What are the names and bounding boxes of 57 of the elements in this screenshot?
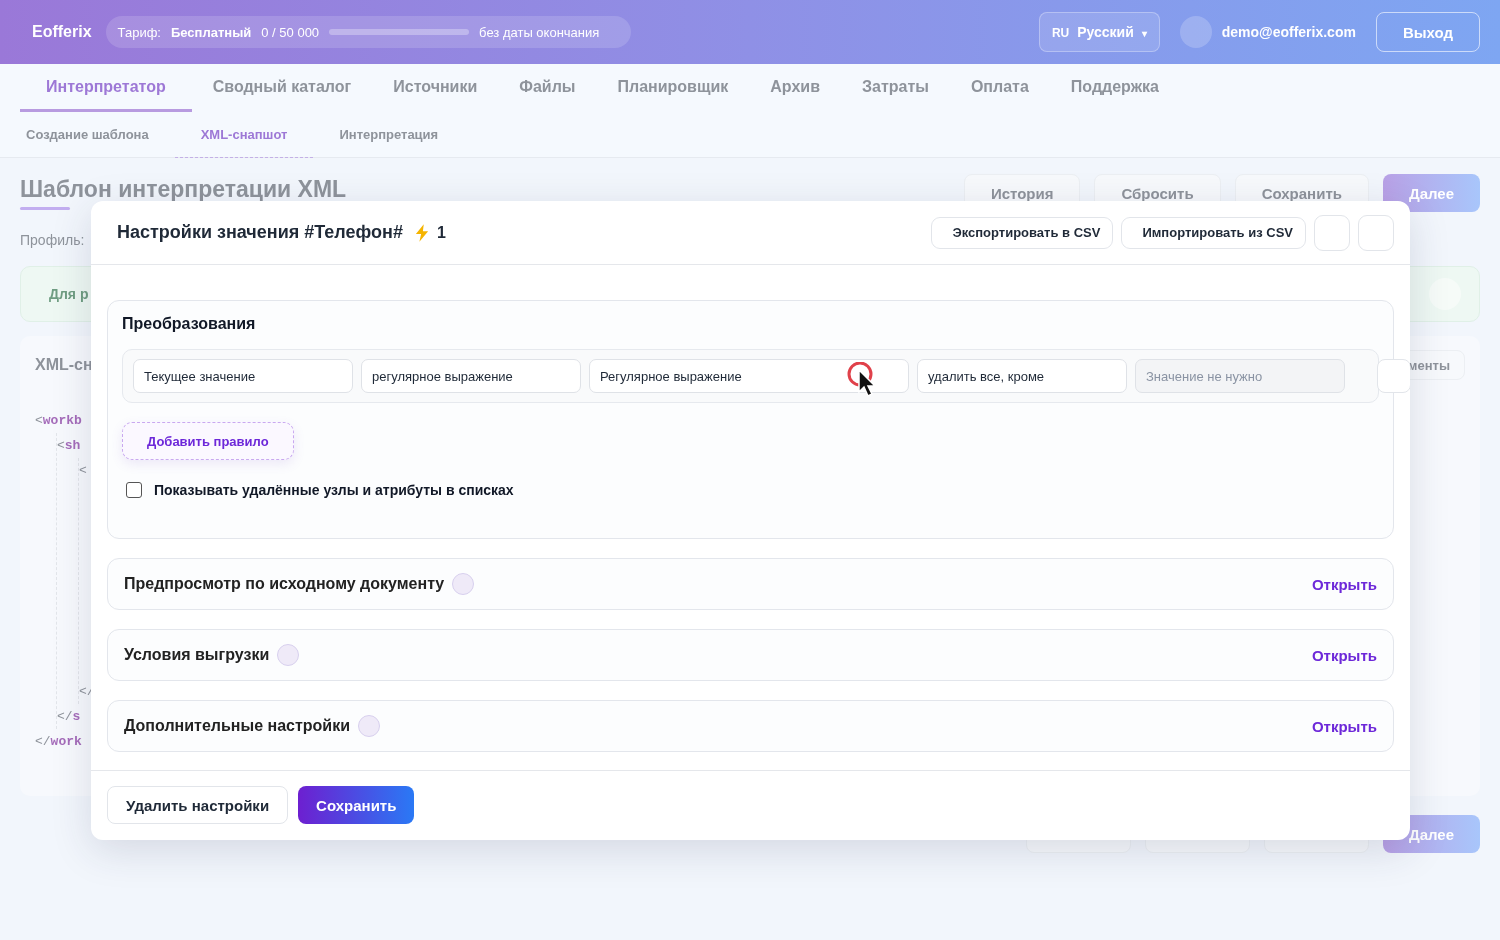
nav-tab[interactable]: Архив bbox=[749, 64, 841, 112]
icon-button[interactable] bbox=[1377, 359, 1410, 393]
section-title: Предпросмотр по исходному документу bbox=[124, 575, 445, 593]
save-button[interactable]: Сохранить bbox=[298, 786, 415, 824]
checkbox[interactable] bbox=[126, 482, 142, 498]
plan-usage: 0 / 50 000 bbox=[261, 24, 320, 40]
notice-text: Для р bbox=[49, 286, 89, 302]
section-title: Преобразования bbox=[122, 315, 257, 333]
code-line: </work bbox=[35, 733, 82, 751]
avatar-icon bbox=[1179, 16, 1212, 48]
checkbox-label: Показывать удалённые узлы и атрибуты в списках bbox=[154, 482, 514, 498]
code-line: </s bbox=[57, 708, 81, 726]
nav-tab[interactable]: Затраты bbox=[841, 64, 950, 112]
open-link[interactable]: Открыть bbox=[1311, 575, 1377, 593]
lightning-icon bbox=[415, 223, 429, 242]
nav-tab[interactable]: Поддержка bbox=[1049, 64, 1180, 112]
rule-field[interactable]: Текущее значение bbox=[133, 359, 353, 393]
user-email: demo@eofferix.com bbox=[1221, 24, 1356, 40]
csv-button[interactable]: Импортировать из CSV bbox=[1121, 216, 1306, 249]
nav-tab[interactable]: Сводный каталог bbox=[191, 64, 373, 112]
nav-tab[interactable]: Источники bbox=[372, 64, 499, 112]
logout-button[interactable]: Выход bbox=[1375, 12, 1480, 52]
section-title: Дополнительные настройки bbox=[124, 717, 350, 735]
rule-field[interactable]: регулярное выражение bbox=[361, 359, 581, 393]
delete-settings-button[interactable]: Удалить настройки bbox=[107, 786, 289, 824]
language-selector[interactable]: RU Русский ▾ bbox=[1038, 12, 1160, 52]
icon-button[interactable] bbox=[1314, 214, 1350, 251]
plan-label: Тариф: bbox=[117, 24, 161, 40]
count-label: 1 bbox=[437, 223, 446, 242]
dialog-title: Настройки значения #Телефон# bbox=[117, 222, 403, 243]
circle-icon bbox=[358, 715, 380, 737]
code-line: <workb bbox=[35, 412, 82, 430]
sub-tab[interactable]: Создание шаблона bbox=[0, 112, 175, 158]
plan-expiry: без даты окончания bbox=[479, 24, 600, 40]
profile-label: Профиль: bbox=[20, 232, 85, 248]
sub-tab[interactable]: XML-снапшот bbox=[174, 112, 314, 158]
plan-name: Бесплатный bbox=[170, 24, 252, 40]
rule-field[interactable]: Регулярное выражение bbox=[589, 359, 909, 393]
page-title: Шаблон интерпретации XML bbox=[20, 176, 348, 203]
circle-icon bbox=[277, 644, 300, 666]
panel-title: XML-сн bbox=[35, 356, 93, 374]
logo: Eofferix bbox=[32, 23, 92, 41]
icon-button[interactable] bbox=[1358, 214, 1394, 251]
open-link[interactable]: Открыть bbox=[1311, 646, 1377, 664]
csv-button[interactable]: Экспортировать в CSV bbox=[931, 216, 1114, 249]
code-line: <sh bbox=[57, 437, 81, 455]
open-link[interactable]: Открыть bbox=[1311, 717, 1377, 735]
sub-tab[interactable]: Интерпретация bbox=[313, 112, 465, 158]
nav-tab[interactable]: Планировщик bbox=[596, 64, 750, 112]
rule-field[interactable]: удалить все, кроме bbox=[917, 359, 1127, 393]
nav-tab[interactable]: Файлы bbox=[498, 64, 597, 112]
add-rule-button[interactable]: Добавить правило bbox=[122, 422, 294, 460]
nav-tab[interactable]: Оплата bbox=[949, 64, 1050, 112]
circle-icon bbox=[452, 573, 475, 595]
section-title: Условия выгрузки bbox=[124, 646, 270, 664]
code-line: < bbox=[79, 462, 87, 480]
next-button[interactable]: Далее bbox=[1382, 174, 1480, 212]
